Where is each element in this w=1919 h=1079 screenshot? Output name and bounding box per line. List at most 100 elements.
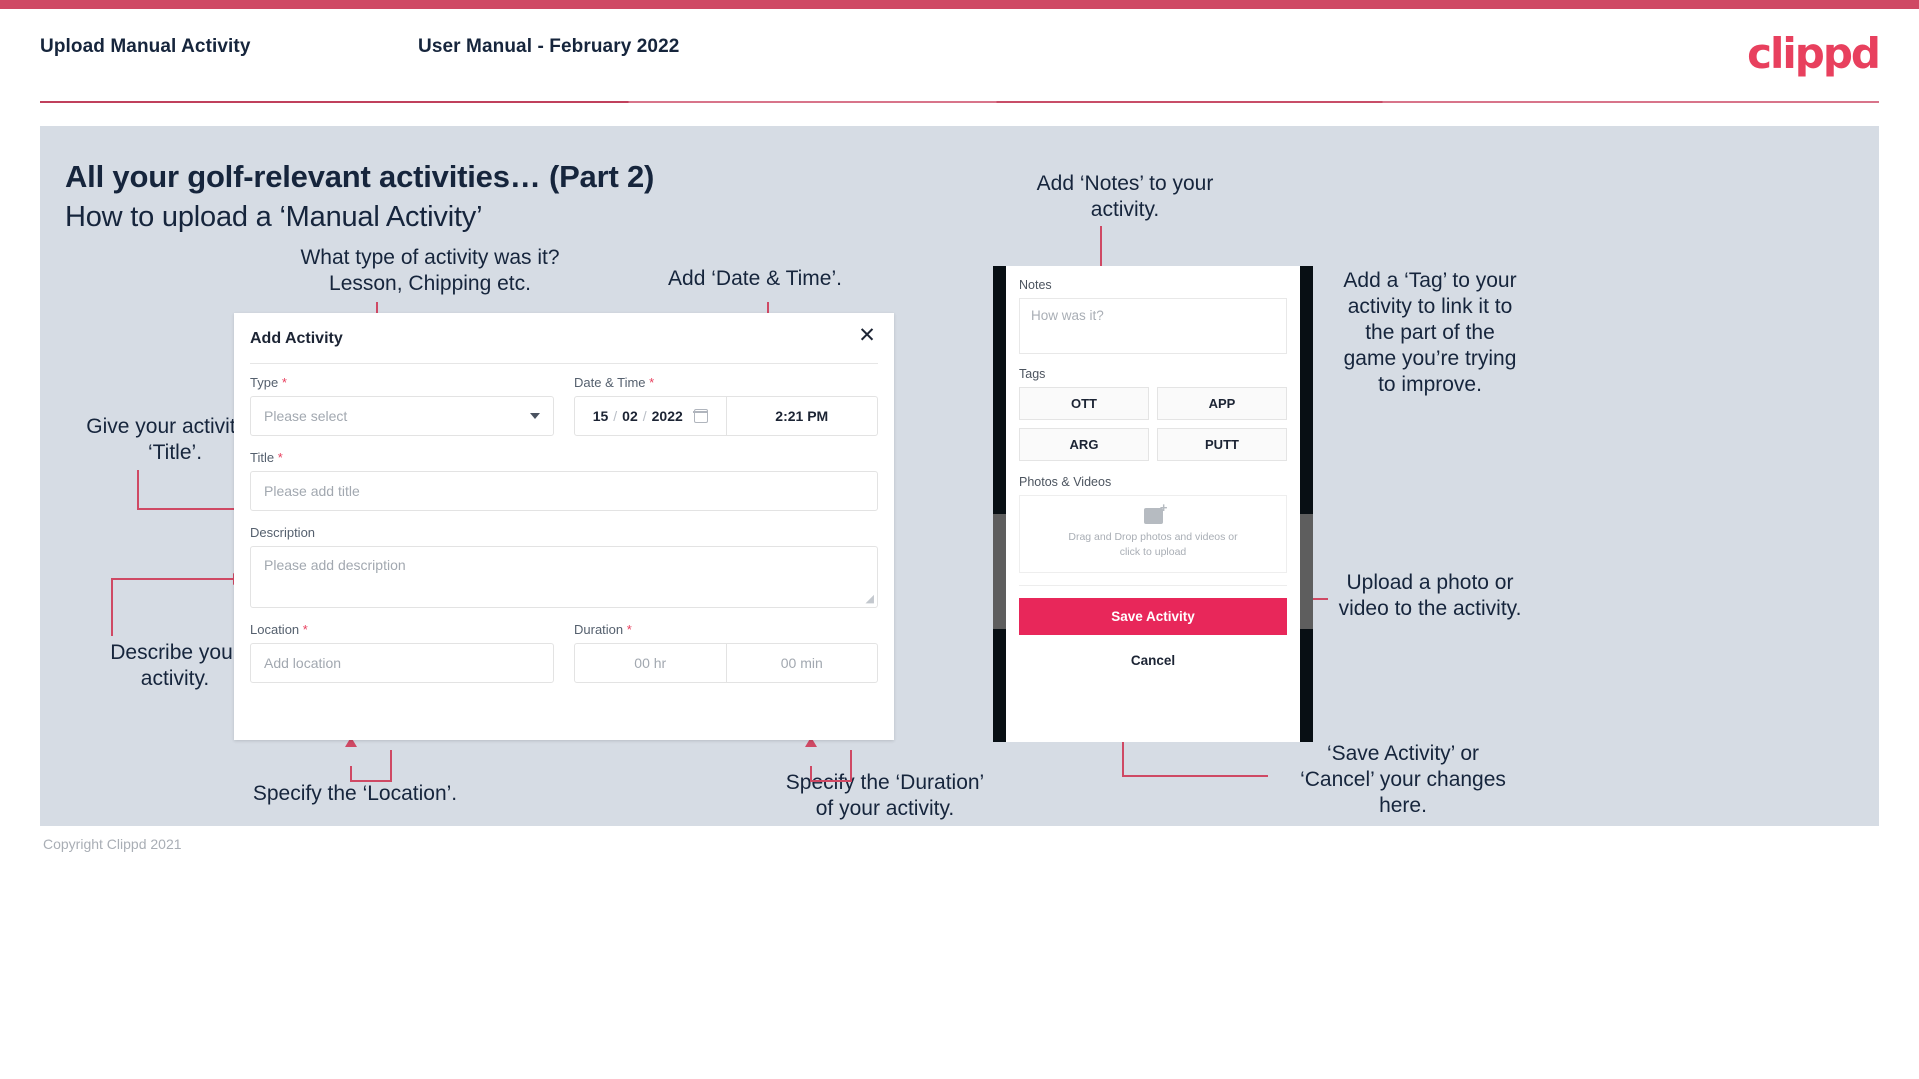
datetime-required-marker: * [649, 375, 655, 390]
annotation-save-cancel: ‘Save Activity’ or ‘Cancel’ your changes… [1300, 742, 1506, 817]
phone-divider [1019, 585, 1287, 586]
location-input[interactable]: Add location [250, 643, 554, 683]
phone-mockup: Notes How was it? Tags OTT APP ARG PUTT … [993, 266, 1313, 742]
date-sep-1: / [613, 408, 618, 424]
copyright-text: Copyright Clippd 2021 [43, 836, 182, 852]
cancel-button[interactable]: Cancel [1019, 653, 1287, 668]
dropzone-line-1: Drag and Drop photos and videos or [1068, 531, 1238, 543]
title-required-marker: * [277, 450, 283, 465]
datetime-label: Date & Time * [574, 375, 878, 390]
phone-left-edge [993, 266, 1006, 742]
duration-label-text: Duration [574, 622, 624, 637]
photos-videos-label: Photos & Videos [1019, 475, 1112, 489]
connector-notes-v1 [1100, 226, 1102, 268]
connector-dur-h [810, 780, 852, 782]
date-day: 15 [592, 408, 609, 424]
add-activity-dialog: Add Activity ✕ Type * Please select Date… [234, 313, 894, 740]
phone-left-edge-highlight [993, 514, 1006, 629]
duration-label: Duration * [574, 622, 878, 637]
tag-button-app[interactable]: APP [1157, 387, 1287, 420]
connector-desc-h [111, 578, 235, 580]
annotation-datetime: Add ‘Date & Time’. [668, 267, 842, 290]
connector-loc-h [350, 780, 392, 782]
location-placeholder: Add location [264, 655, 342, 671]
type-placeholder: Please select [264, 408, 348, 424]
phone-screen: Notes How was it? Tags OTT APP ARG PUTT … [1006, 266, 1300, 742]
dialog-body: Type * Please select Date & Time * 15 / … [250, 375, 878, 683]
type-label-text: Type [250, 375, 279, 390]
notes-placeholder: How was it? [1031, 308, 1104, 323]
date-year: 2022 [651, 408, 683, 424]
add-image-icon [1143, 500, 1167, 524]
connector-save-h [1122, 775, 1268, 777]
close-icon[interactable]: ✕ [854, 322, 880, 348]
page-title: Upload Manual Activity [40, 36, 251, 57]
notes-textarea[interactable]: How was it? [1019, 298, 1287, 354]
connector-dur-v1 [850, 750, 852, 782]
phone-right-edge-highlight [1300, 514, 1313, 629]
notes-label: Notes [1019, 278, 1052, 292]
field-location: Location * Add location [250, 622, 554, 683]
slide-heading: All your golf-relevant activities… (Part… [65, 159, 655, 194]
location-required-marker: * [302, 622, 308, 637]
title-label: Title * [250, 450, 878, 465]
date-sep-2: / [642, 408, 647, 424]
clippd-logo: clippd [1747, 29, 1881, 78]
annotation-duration: Specify the ‘Duration’ of your activity. [785, 771, 985, 820]
tag-button-ott[interactable]: OTT [1019, 387, 1149, 420]
location-label-text: Location [250, 622, 300, 637]
phone-right-edge [1300, 266, 1313, 742]
connector-desc-v [111, 578, 113, 636]
connector-title-h [137, 508, 243, 510]
description-placeholder: Please add description [264, 557, 406, 573]
title-placeholder: Please add title [264, 483, 360, 499]
photo-upload-dropzone[interactable]: Drag and Drop photos and videos or click… [1019, 495, 1287, 573]
date-input[interactable]: 15 / 02 / 2022 [575, 397, 727, 435]
annotation-upload: Upload a photo or video to the activity. [1338, 571, 1522, 620]
type-label: Type * [250, 375, 554, 390]
time-input[interactable]: 2:21 PM [727, 397, 878, 435]
header-divider [40, 101, 1879, 103]
title-input[interactable]: Please add title [250, 471, 878, 511]
slide-page: Upload Manual Activity User Manual - Feb… [0, 0, 1919, 1079]
duration-group: 00 hr 00 min [574, 643, 878, 683]
duration-required-marker: * [626, 622, 632, 637]
top-accent-bar [0, 0, 1919, 9]
field-duration: Duration * 00 hr 00 min [574, 622, 878, 683]
type-select[interactable]: Please select [250, 396, 554, 436]
date-month: 02 [622, 408, 638, 424]
row-type-datetime: Type * Please select Date & Time * 15 / … [250, 375, 878, 436]
connector-dur-v2 [810, 766, 812, 781]
type-required-marker: * [281, 375, 287, 390]
datetime-group: 15 / 02 / 2022 2:21 PM [574, 396, 878, 436]
connector-loc-v2 [350, 766, 352, 781]
resize-handle-icon[interactable]: ◢ [866, 592, 874, 605]
field-type: Type * Please select [250, 375, 554, 436]
tag-button-putt[interactable]: PUTT [1157, 428, 1287, 461]
chevron-down-icon [530, 413, 540, 419]
dropzone-text: Drag and Drop photos and videos or click… [1068, 530, 1237, 560]
dropzone-line-2: click to upload [1119, 546, 1187, 558]
dialog-title: Add Activity [250, 330, 343, 347]
annotation-notes: Add ‘Notes’ to your activity. [1036, 172, 1214, 221]
datetime-label-text: Date & Time [574, 375, 646, 390]
description-textarea[interactable]: Please add description ◢ [250, 546, 878, 608]
connector-loc-v1 [390, 750, 392, 782]
connector-title-v [137, 470, 139, 510]
field-description: Description Please add description ◢ [250, 525, 878, 608]
calendar-icon[interactable] [693, 409, 709, 423]
row-location-duration: Location * Add location Duration * 00 hr… [250, 622, 878, 683]
duration-hours-input[interactable]: 00 hr [575, 644, 726, 682]
description-label: Description [250, 525, 316, 540]
location-label: Location * [250, 622, 554, 637]
tags-label: Tags [1019, 367, 1046, 381]
save-activity-button[interactable]: Save Activity [1019, 598, 1287, 635]
tag-button-arg[interactable]: ARG [1019, 428, 1149, 461]
duration-minutes-input[interactable]: 00 min [725, 644, 878, 682]
annotation-type: What type of activity was it? Lesson, Ch… [300, 246, 560, 295]
slide-subheading: How to upload a ‘Manual Activity’ [65, 201, 483, 233]
annotation-tags: Add a ‘Tag’ to your activity to link it … [1343, 269, 1517, 396]
title-label-text: Title [250, 450, 275, 465]
annotation-location: Specify the ‘Location’. [252, 782, 458, 805]
page-subtitle: User Manual - February 2022 [418, 36, 680, 57]
